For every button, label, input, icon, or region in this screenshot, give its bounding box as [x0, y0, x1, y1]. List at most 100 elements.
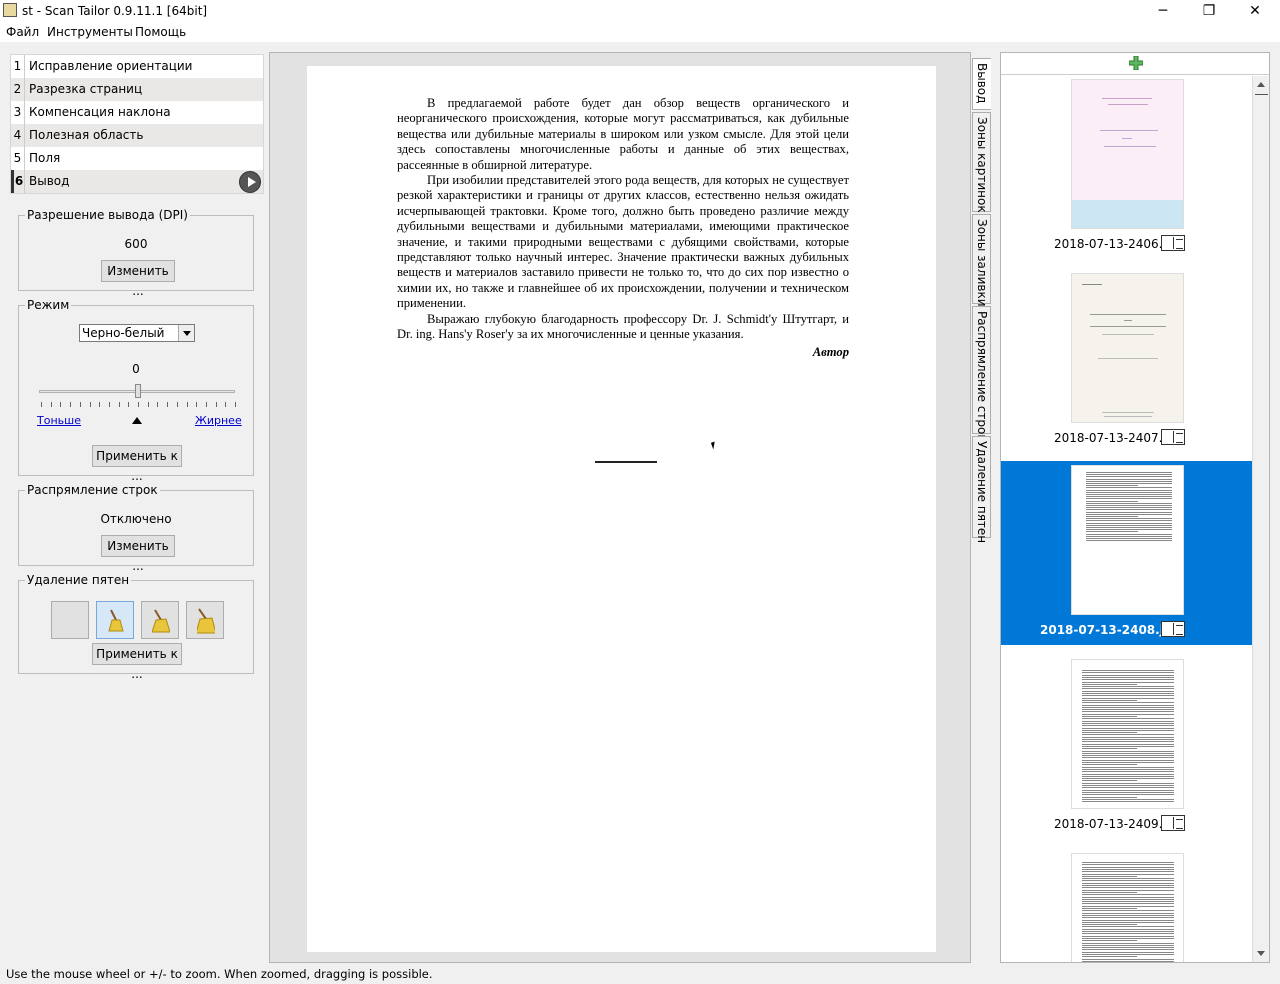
text-line [1082, 732, 1138, 734]
slider-tick [70, 402, 72, 407]
close-button[interactable]: ✕ [1232, 0, 1278, 22]
scroll-handle[interactable] [1255, 94, 1268, 102]
thumbnail-image [1071, 465, 1184, 615]
text-line [1082, 690, 1174, 692]
text-line [1082, 674, 1174, 676]
text-line [1082, 775, 1174, 777]
text-line [1086, 485, 1138, 487]
menu-file[interactable]: Файл [6, 25, 39, 39]
text-line [1082, 926, 1174, 928]
text-line [1082, 785, 1174, 786]
thumbnail-image [1071, 79, 1184, 229]
change-dewarp-button[interactable]: Изменить ... [101, 535, 175, 573]
text-line [1082, 782, 1174, 784]
text-line [1086, 524, 1172, 526]
slider-tick [225, 402, 227, 407]
text-line [1086, 518, 1172, 520]
text-line [1086, 516, 1138, 517]
text-line [1082, 798, 1174, 800]
color-mode-select[interactable]: Черно-белый [79, 324, 195, 342]
slider-tick [186, 402, 188, 407]
text-line [1082, 757, 1174, 759]
despeckle-off-button[interactable] [51, 601, 89, 639]
thicker-link[interactable]: Жирнее [195, 414, 242, 427]
tab-picture-zones[interactable]: Зоны картинок [972, 112, 991, 213]
text-line [1082, 796, 1138, 798]
thumbnail-item[interactable]: 2018-07-13-2407.jpg [1001, 269, 1253, 453]
despeckle-cautious-button[interactable] [96, 601, 134, 639]
text-line [1086, 505, 1172, 506]
text-line [1082, 949, 1174, 951]
tab-despeckling[interactable]: Удаление пятен [972, 436, 991, 543]
stage-item-3[interactable]: 3 Компенсация наклона [11, 101, 263, 124]
mode-group: Режим Черно-белый 0 Тоньше Жирнее Примен… [18, 298, 254, 483]
apply-despeckle-button[interactable]: Применить к ... [92, 643, 182, 681]
restore-button[interactable]: ❐ [1186, 0, 1232, 22]
run-stage-button[interactable] [239, 171, 261, 193]
text-line [1082, 739, 1174, 740]
stage-label: Разрезка страниц [29, 82, 143, 96]
text-line [1082, 773, 1174, 775]
thumbnail-scrollbar[interactable] [1252, 76, 1269, 962]
menu-help[interactable]: Помощь [135, 25, 186, 39]
insert-page-icon[interactable] [1129, 56, 1143, 70]
tab-dewarping[interactable]: Распрямление строк [972, 306, 991, 442]
text-line [1082, 933, 1174, 935]
slider-tick [235, 402, 236, 407]
slider-tick [157, 402, 159, 407]
despeckle-normal-button[interactable] [141, 601, 179, 639]
text-line [1082, 921, 1174, 923]
threshold-slider-handle[interactable] [135, 384, 141, 398]
text-line [1086, 496, 1172, 498]
thumbnail-item-selected[interactable]: 2018-07-13-2408.jpg [1001, 461, 1253, 645]
thumbnail-item[interactable]: 2018-07-13-2409.jpg [1001, 655, 1253, 839]
page-paragraph-1: В предлагаемой работе будет дан обзор ве… [397, 96, 849, 172]
slider-tick [60, 402, 62, 407]
text-line [1082, 762, 1174, 763]
stage-item-6[interactable]: 6 Вывод [11, 170, 263, 193]
stage-item-1[interactable]: 1 Исправление ориентации [11, 55, 263, 78]
text-line [1082, 727, 1174, 729]
change-dpi-button[interactable]: Изменить ... [101, 260, 175, 298]
text-line [1086, 527, 1172, 528]
text-line [1086, 487, 1172, 489]
thinner-link[interactable]: Тоньше [37, 414, 81, 427]
text-line [1082, 875, 1138, 877]
slider-tick [205, 402, 207, 407]
text-line [1082, 736, 1174, 738]
reset-threshold-icon[interactable] [132, 417, 142, 424]
text-line [1086, 502, 1172, 504]
filter-tabs: Вывод Зоны картинок Зоны заливки Распрям… [972, 58, 992, 543]
page-layout-icon [1161, 429, 1185, 445]
stage-item-5[interactable]: 5 Поля [11, 147, 263, 170]
text-line [1086, 489, 1172, 491]
tab-output[interactable]: Вывод [972, 58, 991, 110]
despeckle-aggressive-button[interactable] [186, 601, 224, 639]
text-line [1082, 752, 1174, 754]
thumbnail-item[interactable]: 2018-07-13-2406.jpg [1001, 75, 1253, 259]
menu-tools[interactable]: Инструменты [47, 25, 133, 39]
dewarp-group: Распрямление строк Отключено Изменить ..… [18, 483, 254, 573]
text-line [1082, 866, 1174, 868]
broom-large-icon [197, 608, 215, 634]
scroll-up-icon[interactable] [1257, 82, 1265, 87]
text-line [1082, 764, 1138, 766]
scroll-down-icon[interactable] [1257, 951, 1265, 956]
thumbnail-item[interactable] [1001, 849, 1253, 962]
stage-item-4[interactable]: 4 Полезная область [11, 124, 263, 147]
minimize-icon-button[interactable]: ─ [1140, 0, 1186, 22]
image-viewer[interactable]: В предлагаемой работе будет дан обзор ве… [269, 52, 971, 963]
text-line [1082, 947, 1174, 949]
output-dpi-title: Разрешение вывода (DPI) [25, 208, 190, 222]
stage-item-2[interactable]: 2 Разрезка страниц [11, 78, 263, 101]
apply-mode-button[interactable]: Применить к ... [92, 445, 182, 483]
tab-fill-zones[interactable]: Зоны заливки [972, 214, 991, 307]
text-line [1082, 873, 1174, 875]
threshold-value: 0 [132, 362, 140, 376]
text-line [1082, 787, 1174, 789]
thumbnail-image [1071, 659, 1184, 809]
stage-number: 6 [11, 170, 25, 193]
slider-tick [176, 402, 178, 407]
page-layout-icon [1161, 235, 1185, 251]
text-line [1082, 882, 1174, 884]
